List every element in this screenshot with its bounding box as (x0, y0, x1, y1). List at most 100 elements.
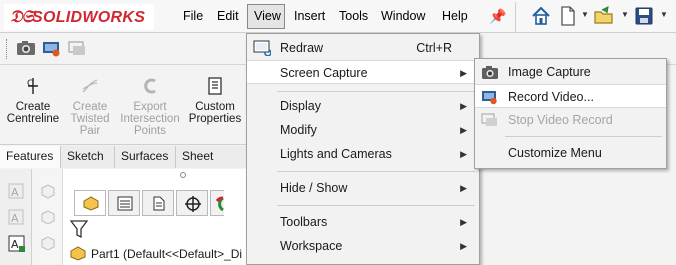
cube-icon[interactable] (40, 235, 56, 251)
export-intersection-points-button[interactable]: Export Intersection Points (116, 77, 184, 137)
menu-item-stop-video-record[interactable]: Stop Video Record (475, 108, 666, 132)
menu-tools[interactable]: Tools (339, 9, 368, 23)
annotation-icon[interactable]: A (8, 235, 26, 253)
menu-item-toolbars[interactable]: Toolbars ▶ (247, 210, 479, 234)
screen-capture-submenu: Image Capture Record Video... Stop Video… (474, 58, 667, 169)
stop-video-icon[interactable] (68, 39, 88, 57)
menu-item-record-video[interactable]: Record Video... (475, 84, 666, 108)
chevron-down-icon[interactable]: ▼ (660, 10, 668, 19)
menu-item-workspace[interactable]: Workspace ▶ (247, 234, 479, 258)
appearance-icon (215, 196, 224, 212)
cmd-label-line2: Properties (188, 113, 242, 125)
menu-item-label: Stop Video Record (508, 113, 613, 127)
menu-item-label: Workspace (280, 239, 343, 253)
display-manager-tab[interactable] (210, 190, 224, 216)
solidworks-logo[interactable]: 𝔇𝔖 SOLIDWORKS (4, 4, 154, 30)
twisted-pair-icon (82, 79, 98, 93)
tab-sketch[interactable]: Sketch (61, 146, 115, 168)
menu-item-hide-show[interactable]: Hide / Show ▶ (247, 176, 479, 200)
menu-item-image-capture[interactable]: Image Capture (475, 60, 666, 84)
chevron-right-icon: ▶ (460, 125, 467, 135)
create-twisted-pair-button[interactable]: Create Twisted Pair (64, 77, 116, 137)
export-points-icon (144, 78, 156, 94)
menu-insert[interactable]: Insert (294, 9, 325, 23)
chevron-right-icon: ▶ (460, 68, 467, 78)
save-icon[interactable] (633, 5, 655, 27)
menu-separator (277, 171, 475, 172)
toolbar-divider (515, 2, 516, 32)
menu-item-label: Lights and Cameras (280, 147, 392, 161)
left-icon-bar: A A A (0, 169, 32, 265)
svg-text:A: A (11, 238, 19, 251)
cmd-label-line3: Pair (79, 125, 101, 137)
splitter-handle[interactable] (180, 172, 186, 178)
cmd-label-line2: Twisted (70, 113, 110, 125)
chevron-right-icon: ▶ (460, 241, 467, 251)
custom-properties-button[interactable]: Custom Properties (186, 77, 244, 125)
custom-properties-icon (208, 77, 222, 95)
menu-item-customize-menu[interactable]: Customize Menu (475, 141, 666, 165)
svg-text:A: A (11, 186, 19, 199)
menu-item-modify[interactable]: Modify ▶ (247, 118, 479, 142)
record-video-icon (482, 91, 497, 105)
menu-window[interactable]: Window (381, 9, 425, 23)
tab-surfaces[interactable]: Surfaces (115, 146, 176, 168)
crosshair-icon (185, 196, 201, 212)
menu-item-label: Hide / Show (280, 181, 348, 195)
svg-text:C: C (27, 79, 33, 89)
menu-item-label: Toolbars (280, 215, 328, 229)
menu-item-label: Display (280, 99, 321, 113)
cmd-label-line2: Intersection (120, 113, 180, 125)
text-annotation-icon[interactable]: A (8, 183, 24, 199)
chevron-down-icon[interactable]: ▼ (581, 10, 589, 19)
cmd-label-line3: Points (134, 125, 166, 137)
chevron-down-icon[interactable]: ▼ (621, 10, 629, 19)
cmd-label-line2: Centreline (6, 113, 60, 125)
chevron-right-icon: ▶ (460, 101, 467, 111)
command-manager-tabs: Features Sketch Surfaces Sheet Metal (0, 146, 246, 184)
dimxpert-tab[interactable] (176, 190, 208, 216)
property-manager-tab[interactable] (108, 190, 140, 216)
ds-logo-icon: 𝔇𝔖 (10, 7, 34, 27)
filter-icon[interactable] (70, 219, 88, 239)
list-icon (117, 196, 133, 211)
tab-features[interactable]: Features (0, 146, 61, 168)
menu-help[interactable]: Help (442, 9, 468, 23)
menu-item-label: Redraw (280, 41, 324, 55)
menu-item-label: Customize Menu (508, 146, 602, 160)
menu-item-label: Screen Capture (280, 66, 368, 80)
menu-view[interactable]: View (254, 9, 281, 23)
open-folder-icon[interactable] (593, 5, 615, 27)
menu-file[interactable]: File (183, 9, 203, 23)
title-menu-bar: 𝔇𝔖 SOLIDWORKS File Edit View Insert Tool… (0, 0, 676, 33)
view-menu-dropdown: Redraw Ctrl+R Screen Capture ▶ Display ▶… (246, 33, 480, 265)
cube-icon[interactable] (40, 209, 56, 225)
home-icon[interactable] (530, 5, 552, 27)
svg-text:A: A (11, 212, 19, 225)
new-document-icon[interactable] (557, 5, 579, 27)
camera-icon[interactable] (16, 39, 36, 57)
menu-separator (277, 91, 475, 92)
feature-manager-tabs (74, 190, 246, 216)
chevron-right-icon: ▶ (460, 149, 467, 159)
toolbar-grip (6, 39, 10, 59)
menu-item-display[interactable]: Display ▶ (247, 94, 479, 118)
note-icon[interactable]: A (8, 209, 24, 225)
feature-tree-root[interactable]: Part1 (Default<<Default>_Di (91, 247, 246, 261)
record-video-icon[interactable] (42, 39, 62, 57)
configuration-manager-tab[interactable] (142, 190, 174, 216)
feature-tree-tab[interactable] (74, 190, 106, 216)
part-icon (70, 246, 86, 261)
cmd-label-line1: Create (72, 101, 108, 113)
cube-icon[interactable] (40, 183, 56, 199)
redraw-icon (253, 40, 271, 56)
menu-item-lights-and-cameras[interactable]: Lights and Cameras ▶ (247, 142, 479, 166)
cmd-label-line1: Create (15, 101, 51, 113)
menu-item-screen-capture[interactable]: Screen Capture ▶ (247, 60, 479, 84)
menu-item-label: Record Video... (508, 90, 594, 104)
menu-item-redraw[interactable]: Redraw Ctrl+R (247, 36, 479, 60)
menu-edit[interactable]: Edit (217, 9, 239, 23)
create-centreline-button[interactable]: C Create Centreline (6, 77, 60, 125)
pin-icon[interactable]: 📌 (489, 8, 506, 25)
tab-sheet-metal[interactable]: Sheet Metal (176, 146, 246, 184)
